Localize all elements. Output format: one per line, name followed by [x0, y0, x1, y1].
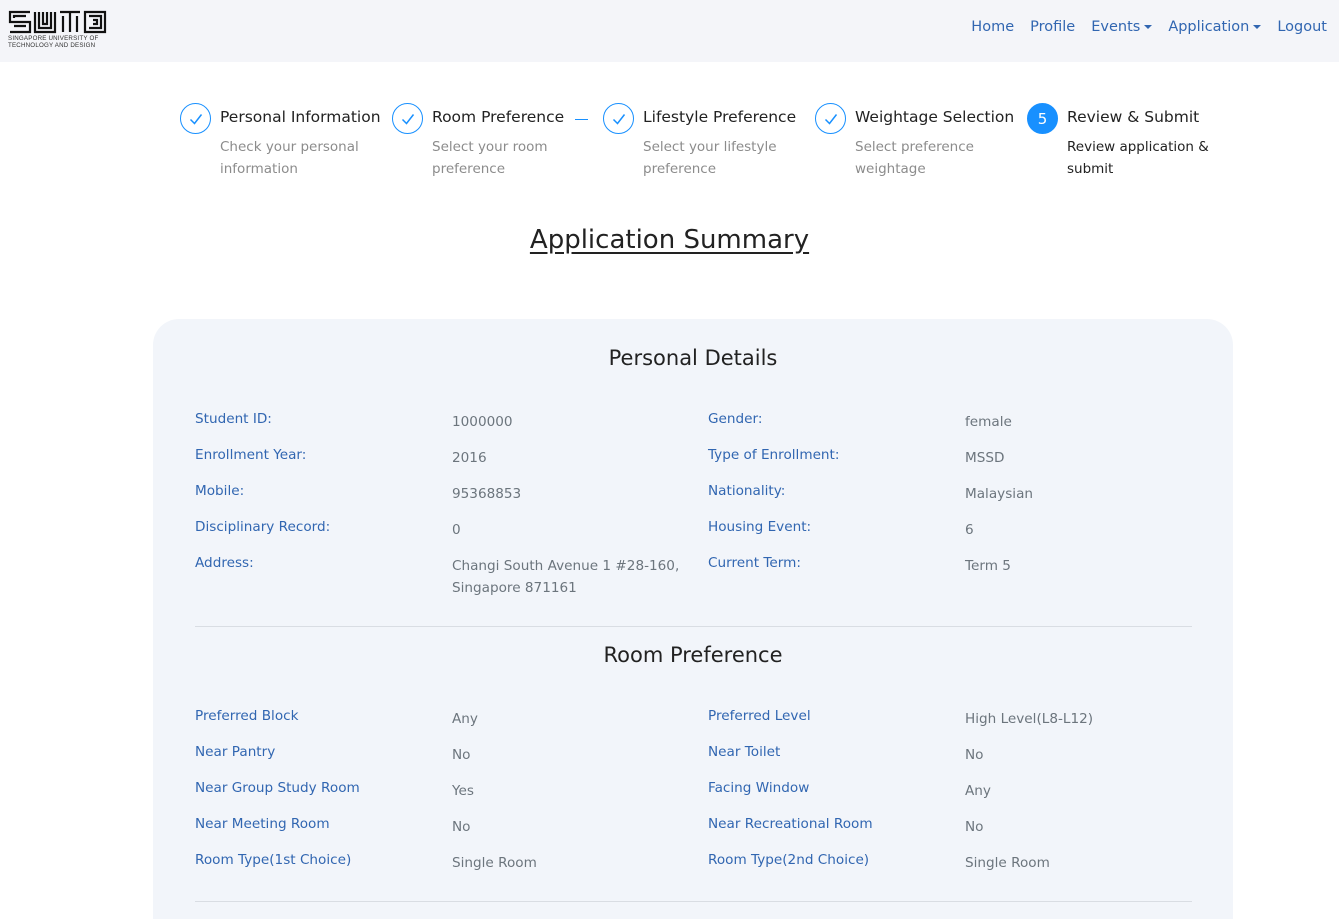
field-value: No: [965, 819, 984, 835]
field-value: Changi South Avenue 1 #28-160, Singapore…: [452, 558, 680, 596]
field-value: Term 5: [965, 558, 1011, 574]
logo-subtitle-line1: SINGAPORE UNIVERSITY OF: [8, 35, 99, 42]
field-label: Preferred Block: [195, 708, 299, 724]
nav-application-label: Application: [1168, 19, 1250, 35]
step-connector: [575, 119, 588, 120]
step-title: Weightage Selection: [855, 108, 1015, 126]
field-label: Type of Enrollment:: [708, 447, 840, 463]
field-label: Gender:: [708, 411, 763, 427]
step-description: Select preference weightage: [855, 139, 974, 177]
field-label: Near Pantry: [195, 744, 276, 760]
section-divider: [195, 901, 1192, 902]
field-label: Near Meeting Room: [195, 816, 330, 832]
step-finished-marker: [180, 103, 211, 134]
field-value: Any: [965, 783, 991, 799]
step-title: Personal Information: [220, 108, 381, 126]
field-value: Malaysian: [965, 486, 1034, 502]
nav-logout-label: Logout: [1277, 19, 1327, 35]
sutd-logo-mark: [8, 10, 107, 34]
caret-down-icon: [1144, 25, 1153, 29]
step-active-marker: 5: [1027, 103, 1058, 134]
field-label: Housing Event:: [708, 519, 812, 535]
field-value: 1000000: [452, 414, 513, 430]
section-divider: [195, 626, 1192, 627]
field-label: Nationality:: [708, 483, 786, 499]
step-finished-marker: [392, 103, 423, 134]
field-value: 95368853: [452, 486, 522, 502]
step-number: 5: [1037, 109, 1048, 128]
field-value: 6: [965, 522, 974, 538]
field-label: Room Type(2nd Choice): [708, 852, 870, 868]
field-label: Mobile:: [195, 483, 245, 499]
sutd-logo[interactable]: SINGAPORE UNIVERSITY OF TECHNOLOGY AND D…: [8, 10, 110, 50]
field-label: Current Term:: [708, 555, 801, 571]
nav-events-dropdown[interactable]: Events: [1091, 19, 1153, 35]
field-value: No: [452, 819, 471, 835]
field-label: Preferred Level: [708, 708, 811, 724]
top-navbar: SINGAPORE UNIVERSITY OF TECHNOLOGY AND D…: [0, 0, 1339, 62]
caret-down-icon: [1253, 25, 1262, 29]
check-icon: [189, 113, 202, 125]
step-title: Lifestyle Preference: [643, 108, 797, 126]
step-description: Review application & submit: [1067, 139, 1209, 177]
nav-logout-link[interactable]: Logout: [1277, 19, 1327, 35]
step-description: Select your room preference: [432, 139, 548, 177]
check-icon: [401, 113, 414, 125]
nav-home-link[interactable]: Home: [971, 19, 1014, 35]
field-label: Enrollment Year:: [195, 447, 307, 463]
nav-profile-label: Profile: [1030, 19, 1076, 35]
field-value: No: [452, 747, 471, 763]
field-label: Facing Window: [708, 780, 810, 796]
field-label: Room Type(1st Choice): [195, 852, 352, 868]
nav-application-dropdown[interactable]: Application: [1168, 19, 1262, 35]
field-value: Single Room: [965, 855, 1050, 871]
personal-details-heading: Personal Details: [608, 346, 778, 370]
field-value: High Level(L8-L12): [965, 711, 1094, 727]
field-label: Near Group Study Room: [195, 780, 360, 796]
page-title-text: Application Summary: [529, 225, 810, 255]
nav-profile-link[interactable]: Profile: [1030, 19, 1075, 35]
step-finished-marker: [815, 103, 846, 134]
field-label: Student ID:: [195, 411, 272, 427]
nav-home-label: Home: [971, 19, 1015, 35]
field-label: Near Recreational Room: [708, 816, 873, 832]
field-value: No: [965, 747, 984, 763]
field-value: Single Room: [452, 855, 537, 871]
field-label: Disciplinary Record:: [195, 519, 331, 535]
check-icon: [824, 113, 837, 125]
nav-links: Home Profile Events Application Logout: [971, 19, 1327, 35]
step-title: Review & Submit: [1067, 108, 1200, 126]
logo-subtitle-line2: TECHNOLOGY AND DESIGN: [8, 42, 96, 49]
field-value: 0: [452, 522, 461, 538]
step-finished-marker: [603, 103, 634, 134]
page-title: Application Summary: [0, 225, 1339, 255]
field-value: female: [965, 414, 1012, 430]
step-description: Check your personal information: [220, 139, 359, 177]
step-title: Room Preference: [432, 108, 565, 126]
field-label: Address:: [195, 555, 254, 571]
field-value: 2016: [452, 450, 487, 466]
nav-events-label: Events: [1091, 19, 1141, 35]
field-label: Near Toilet: [708, 744, 781, 760]
field-value: MSSD: [965, 450, 1005, 466]
check-icon: [612, 113, 625, 125]
application-summary-card: Personal Details Student ID: 1000000 Gen…: [153, 319, 1233, 919]
step-description: Select your lifestyle preference: [643, 139, 777, 177]
field-value: Yes: [452, 783, 474, 799]
field-value: Any: [452, 711, 478, 727]
room-preference-heading: Room Preference: [603, 643, 783, 667]
